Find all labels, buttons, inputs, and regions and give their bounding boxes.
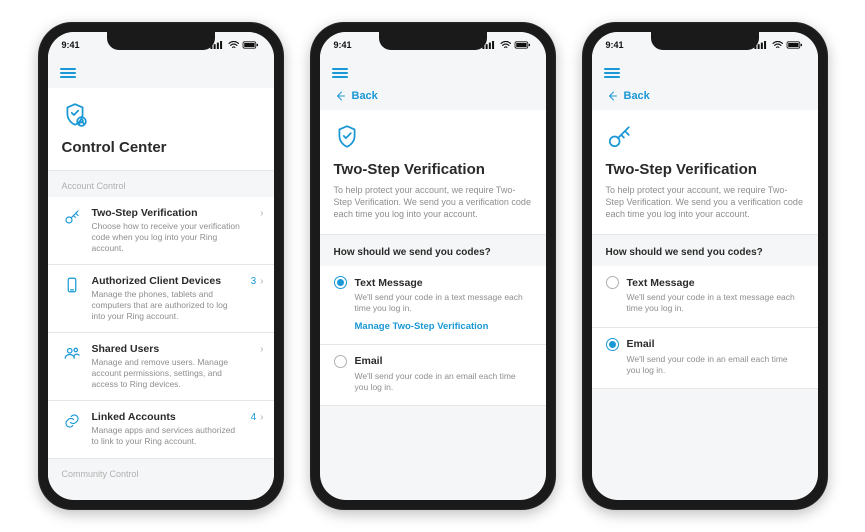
page-header: Control Center [48, 88, 274, 171]
status-indicators [210, 41, 260, 49]
page-title: Two-Step Verification [606, 161, 804, 178]
item-desc: Choose how to receive your verification … [92, 221, 251, 254]
shield-check-icon [334, 124, 532, 155]
back-label: Back [624, 90, 650, 102]
item-title: Linked Accounts [92, 411, 241, 423]
chevron-right-icon: › [260, 276, 263, 287]
arrow-left-icon [334, 90, 346, 102]
item-desc: Manage apps and services authorized to l… [92, 425, 241, 447]
manage-tsv-link[interactable]: Manage Two-Step Verification [355, 321, 532, 332]
link-icon [62, 411, 82, 430]
item-linked-accounts[interactable]: Linked Accounts Manage apps and services… [48, 401, 274, 458]
option-email[interactable]: Email We'll send your code in an email e… [320, 345, 546, 406]
option-title: Email [355, 355, 383, 367]
code-method-options: Text Message We'll send your code in a t… [320, 266, 546, 405]
wifi-icon [228, 41, 239, 49]
battery-icon [242, 41, 259, 49]
item-desc: Manage and remove users. Manage account … [92, 357, 251, 390]
arrow-left-icon [606, 90, 618, 102]
option-desc: We'll send your code in a text message e… [355, 292, 532, 314]
radio-unselected-icon [606, 276, 619, 289]
top-nav [320, 58, 546, 88]
phone-frame: 9:41 Back [310, 22, 556, 510]
page-title: Control Center [62, 139, 260, 156]
item-title: Shared Users [92, 343, 251, 355]
option-desc: We'll send your code in an email each ti… [355, 371, 532, 393]
battery-icon [786, 41, 803, 49]
phone-frame: 9:41 Contr [38, 22, 284, 510]
code-method-options: Text Message We'll send your code in a t… [592, 266, 818, 388]
item-title: Two-Step Verification [92, 207, 251, 219]
option-text-message[interactable]: Text Message We'll send your code in a t… [320, 266, 546, 344]
back-label: Back [352, 90, 378, 102]
wifi-icon [772, 41, 783, 49]
option-text-message[interactable]: Text Message We'll send your code in a t… [592, 266, 818, 327]
option-title: Email [627, 338, 655, 350]
option-title: Text Message [355, 277, 423, 289]
item-shared-users[interactable]: Shared Users Manage and remove users. Ma… [48, 333, 274, 401]
settings-list: Two-Step Verification Choose how to rece… [48, 197, 274, 459]
screen-control-center: 9:41 Contr [48, 32, 274, 500]
page-header: Two-Step Verification To help protect yo… [320, 110, 546, 235]
codes-question: How should we send you codes? [320, 235, 546, 266]
key-icon [62, 207, 82, 226]
screen-tsv-email-selected: 9:41 Back Two-Step [592, 32, 818, 500]
shield-user-icon [62, 102, 260, 133]
section-label-community: Community Control [48, 459, 274, 485]
status-time: 9:41 [334, 40, 384, 50]
option-desc: We'll send your code in a text message e… [627, 292, 804, 314]
page-subtitle: To help protect your account, we require… [334, 184, 532, 220]
section-label-account: Account Control [48, 171, 274, 197]
item-two-step-verification[interactable]: Two-Step Verification Choose how to rece… [48, 197, 274, 265]
page-header: Two-Step Verification To help protect yo… [592, 110, 818, 235]
item-desc: Manage the phones, tablets and computers… [92, 289, 241, 322]
option-desc: We'll send your code in an email each ti… [627, 354, 804, 376]
key-large-icon [606, 124, 804, 155]
device-notch [107, 32, 215, 50]
status-indicators [754, 41, 804, 49]
top-nav [592, 58, 818, 88]
page-subtitle: To help protect your account, we require… [606, 184, 804, 220]
top-nav [48, 58, 274, 88]
back-button[interactable]: Back [606, 90, 804, 102]
device-notch [379, 32, 487, 50]
menu-icon[interactable] [332, 66, 348, 80]
menu-icon[interactable] [604, 66, 620, 80]
device-notch [651, 32, 759, 50]
wifi-icon [500, 41, 511, 49]
chevron-right-icon: › [260, 412, 263, 423]
phone-icon [62, 275, 82, 294]
status-time: 9:41 [606, 40, 656, 50]
battery-icon [514, 41, 531, 49]
menu-icon[interactable] [60, 66, 76, 80]
radio-selected-icon [606, 338, 619, 351]
chevron-right-icon: › [260, 344, 263, 355]
status-time: 9:41 [62, 40, 112, 50]
back-button[interactable]: Back [334, 90, 532, 102]
item-authorized-devices[interactable]: Authorized Client Devices Manage the pho… [48, 265, 274, 333]
page-title: Two-Step Verification [334, 161, 532, 178]
option-email[interactable]: Email We'll send your code in an email e… [592, 328, 818, 389]
status-indicators [482, 41, 532, 49]
chevron-right-icon: › [260, 208, 263, 219]
screen-tsv-text-selected: 9:41 Back [320, 32, 546, 500]
phone-frame: 9:41 Back Two-Step [582, 22, 828, 510]
codes-question: How should we send you codes? [592, 235, 818, 266]
option-title: Text Message [627, 277, 695, 289]
users-icon [62, 343, 82, 362]
item-badge: 3 [251, 276, 257, 287]
radio-selected-icon [334, 276, 347, 289]
radio-unselected-icon [334, 355, 347, 368]
item-title: Authorized Client Devices [92, 275, 241, 287]
item-badge: 4 [251, 412, 257, 423]
